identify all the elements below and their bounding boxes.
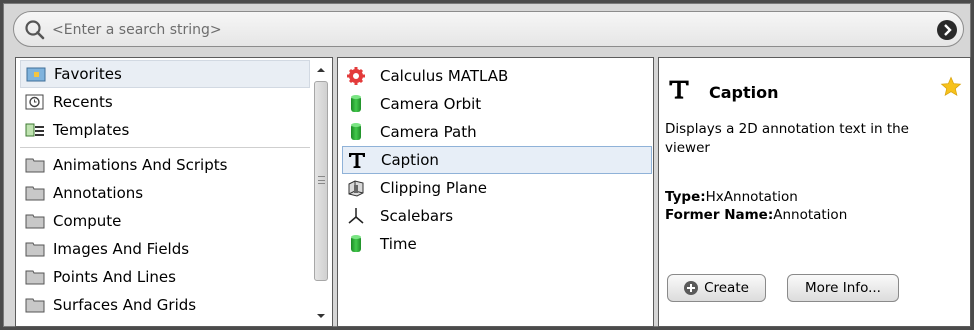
- module-list: Calculus MATLAB Camera Orbit Camera Path…: [342, 62, 652, 258]
- module-panel: Calculus MATLAB Camera Orbit Camera Path…: [337, 57, 654, 327]
- category-label: Compute: [53, 212, 122, 230]
- category-label: Favorites: [54, 65, 122, 83]
- category-templates[interactable]: Templates: [20, 116, 310, 144]
- green-cylinder-icon: [346, 122, 366, 142]
- category-label: Annotations: [53, 184, 144, 202]
- recents-clock-icon: [25, 94, 45, 110]
- module-camera-orbit[interactable]: Camera Orbit: [342, 90, 652, 118]
- module-label: Camera Path: [380, 123, 477, 141]
- more-info-button-label: More Info...: [805, 280, 881, 296]
- text-t-icon: [347, 150, 367, 170]
- folder-icon: [25, 157, 45, 173]
- former-name-value: Annotation: [773, 207, 848, 223]
- former-name-label: Former Name:: [665, 207, 774, 223]
- category-points-and-lines[interactable]: Points And Lines: [20, 263, 310, 291]
- folder-icon: [25, 297, 45, 313]
- create-button-label: Create: [704, 280, 749, 296]
- search-go-button[interactable]: [937, 20, 957, 40]
- module-camera-path[interactable]: Camera Path: [342, 118, 652, 146]
- category-scrollbar[interactable]: [313, 61, 329, 323]
- templates-icon: [25, 122, 45, 138]
- clipping-plane-icon: [346, 178, 366, 198]
- plus-circle-icon: [684, 281, 699, 295]
- category-label: Images And Fields: [53, 240, 190, 258]
- module-browser: Favorites Recents Templates Animations A…: [3, 3, 971, 327]
- type-value: HxAnnotation: [705, 189, 798, 205]
- module-label: Calculus MATLAB: [380, 67, 509, 85]
- type-label: Type:: [665, 189, 706, 205]
- module-label: Caption: [381, 151, 439, 169]
- category-label: Recents: [53, 93, 113, 111]
- module-time[interactable]: Time: [342, 230, 652, 258]
- arrow-right-icon: [944, 24, 952, 36]
- favorites-folder-icon: [26, 66, 46, 82]
- folder-icon: [25, 241, 45, 257]
- green-cylinder-icon: [346, 94, 366, 114]
- category-animations-and-scripts[interactable]: Animations And Scripts: [20, 151, 310, 179]
- text-t-icon: [667, 76, 695, 109]
- info-details: Type:HxAnnotation Former Name:Annotation: [665, 188, 847, 224]
- category-label: Animations And Scripts: [53, 156, 228, 174]
- search-bar: [13, 11, 964, 47]
- info-header: Caption: [667, 76, 779, 109]
- category-list: Favorites Recents Templates Animations A…: [20, 60, 310, 319]
- module-clipping-plane[interactable]: Clipping Plane: [342, 174, 652, 202]
- category-recents[interactable]: Recents: [20, 88, 310, 116]
- category-label: Surfaces And Grids: [53, 296, 197, 314]
- category-panel: Favorites Recents Templates Animations A…: [15, 57, 333, 327]
- search-input[interactable]: [52, 19, 912, 41]
- category-surfaces-and-grids[interactable]: Surfaces And Grids: [20, 291, 310, 319]
- module-label: Camera Orbit: [380, 95, 482, 113]
- info-description: Displays a 2D annotation text in the vie…: [665, 121, 909, 156]
- category-favorites[interactable]: Favorites: [20, 60, 310, 88]
- category-compute[interactable]: Compute: [20, 207, 310, 235]
- create-button[interactable]: Create: [667, 274, 766, 302]
- category-label: Points And Lines: [53, 268, 176, 286]
- favorite-star-icon[interactable]: [940, 76, 962, 98]
- module-label: Time: [380, 235, 417, 253]
- scroll-up-arrow-icon[interactable]: [313, 63, 329, 77]
- folder-icon: [25, 185, 45, 201]
- search-icon: [25, 20, 45, 40]
- module-label: Clipping Plane: [380, 179, 487, 197]
- module-label: Scalebars: [380, 207, 454, 225]
- module-caption[interactable]: Caption: [342, 146, 652, 174]
- green-cylinder-icon: [346, 234, 366, 254]
- matlab-gear-icon: [346, 66, 366, 86]
- scroll-down-arrow-icon[interactable]: [313, 309, 329, 323]
- module-scalebars[interactable]: Scalebars: [342, 202, 652, 230]
- folder-icon: [25, 213, 45, 229]
- more-info-button[interactable]: More Info...: [787, 274, 899, 302]
- folder-icon: [25, 269, 45, 285]
- info-title: Caption: [709, 83, 779, 102]
- module-calculus-matlab[interactable]: Calculus MATLAB: [342, 62, 652, 90]
- axes-icon: [346, 206, 366, 226]
- module-info-panel: Caption Displays a 2D annotation text in…: [658, 57, 971, 327]
- divider: [20, 147, 310, 148]
- category-label: Templates: [53, 121, 130, 139]
- category-annotations[interactable]: Annotations: [20, 179, 310, 207]
- category-images-and-fields[interactable]: Images And Fields: [20, 235, 310, 263]
- scrollbar-thumb[interactable]: [314, 81, 328, 281]
